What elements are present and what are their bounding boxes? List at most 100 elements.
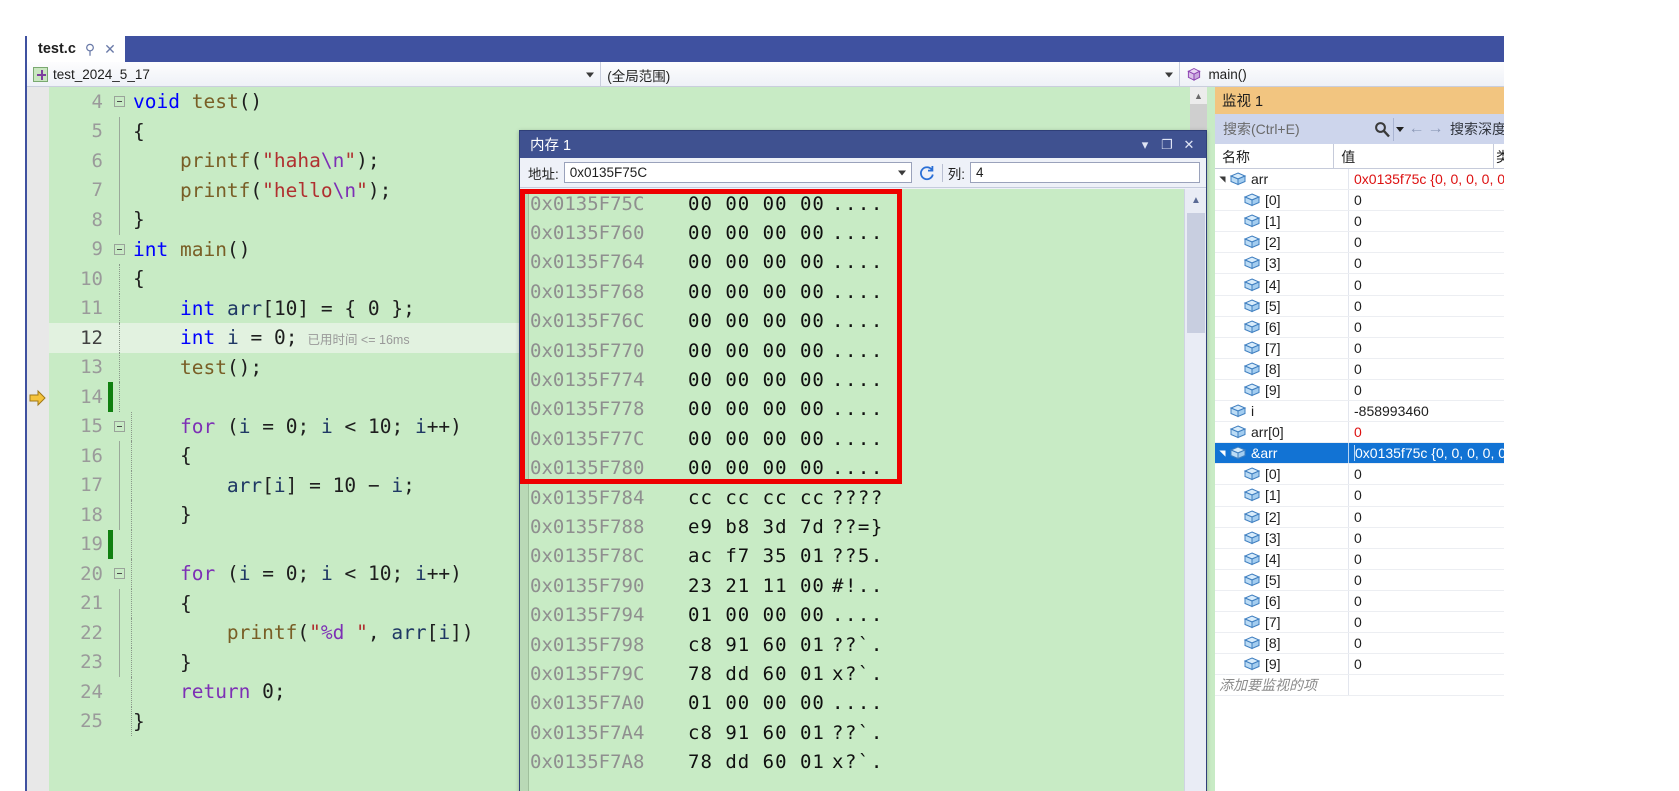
watch-value-cell[interactable]: 0 xyxy=(1349,654,1504,674)
watch-row[interactable]: [0]0i xyxy=(1215,190,1504,212)
watch-row[interactable]: [7]0i xyxy=(1215,337,1504,359)
refresh-icon[interactable] xyxy=(917,163,937,183)
watch-row[interactable]: i-858993460i xyxy=(1215,401,1504,423)
watch-window-caption[interactable]: 监视 1 xyxy=(1215,87,1504,114)
memory-hex-bytes[interactable]: 00 00 00 00 xyxy=(688,251,832,273)
scroll-up-icon[interactable]: ▲ xyxy=(1190,87,1207,104)
watch-value-cell[interactable]: 0 xyxy=(1349,570,1504,590)
column-header-name[interactable]: 名称 xyxy=(1215,144,1335,169)
watch-value-cell[interactable]: 0 xyxy=(1349,211,1504,231)
watch-row[interactable]: [6]0i xyxy=(1215,316,1504,338)
memory-hex-bytes[interactable]: 00 00 00 00 xyxy=(688,369,832,391)
minimize-icon[interactable]: ▾ xyxy=(1134,134,1156,156)
watch-value-cell[interactable]: 0 xyxy=(1349,633,1504,653)
function-dropdown[interactable]: main() xyxy=(1180,62,1504,87)
memory-hex-bytes[interactable]: 00 00 00 00 xyxy=(688,310,832,332)
watch-row[interactable]: [8]0i xyxy=(1215,633,1504,655)
memory-hex-bytes[interactable]: 01 00 00 00 xyxy=(688,692,832,714)
memory-hex-bytes[interactable]: e9 b8 3d 7d xyxy=(688,516,832,538)
watch-row[interactable]: ◢arr0x0135f75c {0, 0, 0, 0, 0, 0, 0,...i xyxy=(1215,169,1504,191)
watch-value-cell[interactable]: 0 xyxy=(1349,232,1504,252)
close-icon[interactable]: ✕ xyxy=(1178,134,1200,156)
memory-hex-bytes[interactable]: 00 00 00 00 xyxy=(688,428,832,450)
watch-row[interactable]: [8]0i xyxy=(1215,358,1504,380)
watch-row[interactable]: [2]0i xyxy=(1215,232,1504,254)
watch-value-cell[interactable]: 0 xyxy=(1349,612,1504,632)
memory-hex-bytes[interactable]: 23 21 11 00 xyxy=(688,575,832,597)
watch-value-cell[interactable]: 0 xyxy=(1349,380,1504,400)
chevron-down-icon[interactable] xyxy=(897,170,906,175)
add-watch-row[interactable]: 添加要监视的项 xyxy=(1215,675,1504,697)
fold-glyph[interactable] xyxy=(107,559,133,589)
watch-value-cell[interactable]: -858993460 xyxy=(1349,401,1504,421)
watch-row[interactable]: [6]0i xyxy=(1215,590,1504,612)
chevron-down-icon[interactable] xyxy=(1392,117,1406,141)
watch-value-cell[interactable]: 0 xyxy=(1349,485,1504,505)
watch-value-cell[interactable]: 0 xyxy=(1349,253,1504,273)
memory-hex-bytes[interactable]: 00 00 00 00 xyxy=(688,340,832,362)
watch-value-cell[interactable]: 0 xyxy=(1349,591,1504,611)
watch-value-cell[interactable]: 0 xyxy=(1349,464,1504,484)
watch-row[interactable]: [3]0i xyxy=(1215,527,1504,549)
address-input[interactable]: 0x0135F75C xyxy=(563,162,912,183)
close-icon[interactable]: ✕ xyxy=(104,42,116,56)
memory-hex-bytes[interactable]: cc cc cc cc xyxy=(688,487,832,509)
memory-hex-bytes[interactable]: 00 00 00 00 xyxy=(688,193,832,215)
scope-dropdown[interactable]: (全局范围) xyxy=(601,62,1181,87)
watch-row[interactable]: [5]0i xyxy=(1215,569,1504,591)
watch-row[interactable]: [5]0i xyxy=(1215,295,1504,317)
fold-glyph[interactable] xyxy=(107,411,133,441)
memory-hex-bytes[interactable]: c8 91 60 01 xyxy=(688,634,832,656)
watch-value-cell[interactable]: 0 xyxy=(1349,549,1504,569)
watch-row[interactable]: ◢ &arr 0x0135f75c {0, 0, 0, 0, 0, 0, 0,...… xyxy=(1215,443,1504,465)
memory-vertical-scrollbar[interactable]: ▲ xyxy=(1184,189,1206,791)
watch-row[interactable]: [1]0i xyxy=(1215,211,1504,233)
watch-value-cell[interactable]: 0 xyxy=(1349,317,1504,337)
watch-value-cell[interactable]: 0 xyxy=(1349,274,1504,294)
watch-row[interactable]: [4]0i xyxy=(1215,548,1504,570)
memory-hex-bytes[interactable]: 00 00 00 00 xyxy=(688,457,832,479)
watch-value-cell[interactable]: 0 xyxy=(1349,507,1504,527)
memory-hex-bytes[interactable]: 00 00 00 00 xyxy=(688,222,832,244)
watch-row[interactable]: [3]0i xyxy=(1215,253,1504,275)
watch-row[interactable]: [1]0i xyxy=(1215,485,1504,507)
expander-triangle-icon[interactable]: ◢ xyxy=(1218,446,1227,460)
scroll-up-icon[interactable]: ▲ xyxy=(1185,189,1206,211)
memory-hex-bytes[interactable]: ac f7 35 01 xyxy=(688,545,832,567)
watch-value-cell[interactable]: 0x0135f75c {0, 0, 0, 0, 0, 0, 0,... xyxy=(1349,169,1504,189)
watch-row[interactable]: [4]0i xyxy=(1215,274,1504,296)
memory-hex-bytes[interactable]: 78 dd 60 01 xyxy=(688,663,832,685)
watch-row[interactable]: [0]0i xyxy=(1215,464,1504,486)
pin-icon[interactable]: ⚲ xyxy=(85,42,95,56)
search-input[interactable]: 搜索(Ctrl+E) xyxy=(1219,117,1372,141)
watch-value-cell[interactable]: 0 xyxy=(1349,359,1504,379)
memory-hex-bytes[interactable]: 01 00 00 00 xyxy=(688,604,832,626)
expander-triangle-icon[interactable]: ◢ xyxy=(1218,172,1227,186)
scrollbar-thumb[interactable] xyxy=(1187,213,1205,333)
maximize-icon[interactable]: ❐ xyxy=(1156,134,1178,156)
watch-value-cell[interactable]: 0 xyxy=(1349,422,1504,442)
watch-value-cell[interactable]: 0 xyxy=(1349,528,1504,548)
watch-row[interactable]: arr[0]0i xyxy=(1215,422,1504,444)
arrow-right-icon[interactable]: → xyxy=(1427,118,1444,141)
memory-hex-bytes[interactable]: c8 91 60 01 xyxy=(688,722,832,744)
memory-window-titlebar[interactable]: 内存 1 ▾ ❐ ✕ xyxy=(520,131,1206,158)
columns-input[interactable]: 4 xyxy=(970,162,1200,183)
watch-value-cell[interactable]: 0 xyxy=(1349,296,1504,316)
fold-glyph[interactable] xyxy=(107,235,133,265)
search-icon[interactable] xyxy=(1374,118,1391,141)
fold-glyph[interactable] xyxy=(107,87,133,117)
memory-dump-area[interactable]: 0x0135F75C 00 00 00 00.... 0x0135F760 00 00… xyxy=(520,189,1206,791)
watch-row[interactable]: [7]0i xyxy=(1215,611,1504,634)
column-header-type[interactable]: 类 xyxy=(1494,144,1504,169)
watch-value-cell[interactable]: 0 xyxy=(1349,338,1504,358)
watch-row[interactable]: [2]0i xyxy=(1215,506,1504,528)
project-dropdown[interactable]: test_2024_5_17 xyxy=(27,62,602,87)
watch-value-cell[interactable]: 0x0135f75c {0, 0, 0, 0, 0, 0, 0,... xyxy=(1349,443,1504,463)
memory-hex-bytes[interactable]: 78 dd 60 01 xyxy=(688,751,832,773)
arrow-left-icon[interactable]: ← xyxy=(1408,118,1425,141)
column-header-value[interactable]: 值 xyxy=(1334,144,1494,169)
watch-row[interactable]: [9]0i xyxy=(1215,654,1504,676)
watch-row[interactable]: [9]0i xyxy=(1215,379,1504,402)
memory-hex-bytes[interactable]: 00 00 00 00 xyxy=(688,281,832,303)
